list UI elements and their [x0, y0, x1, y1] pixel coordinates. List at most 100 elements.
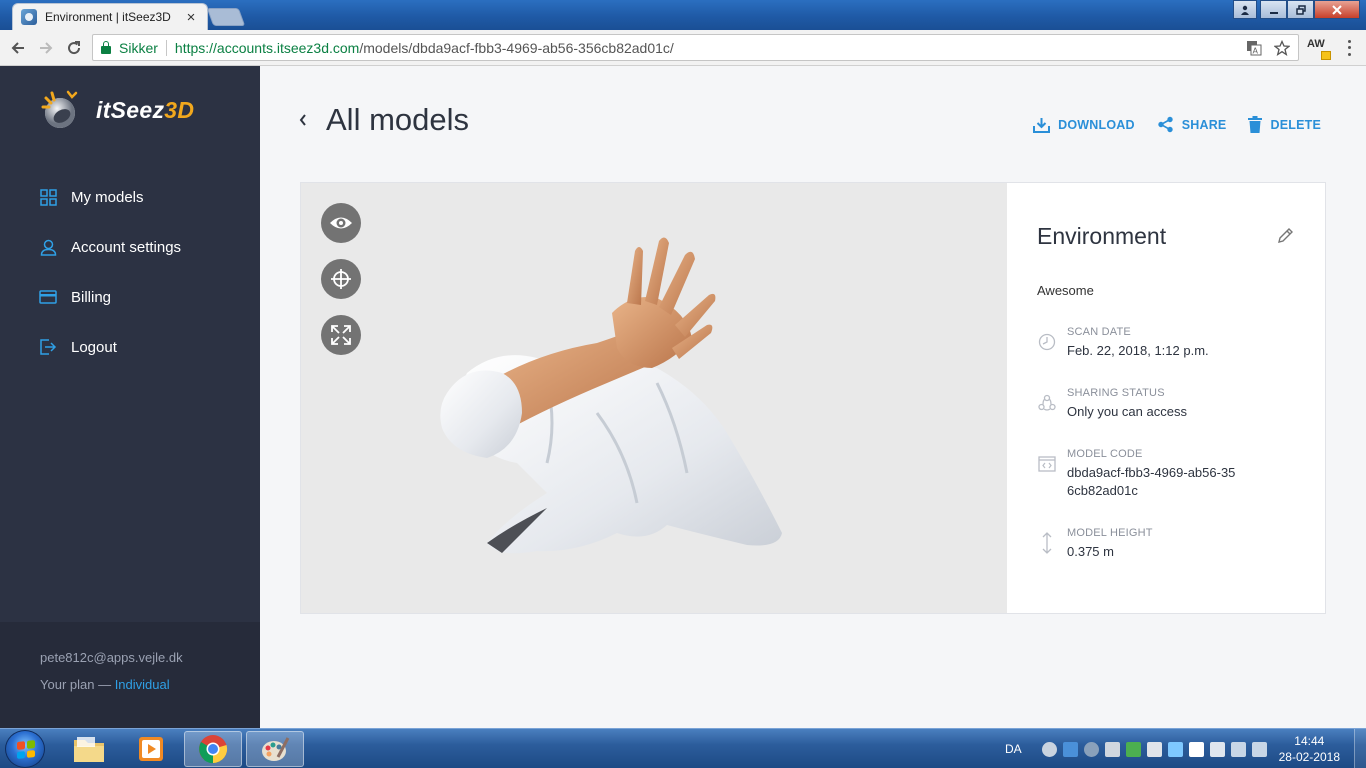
windows-logo-icon — [17, 740, 35, 759]
app-root: itSeez3D My models Account settings Bill… — [0, 66, 1366, 728]
security-icon[interactable] — [1125, 741, 1141, 757]
translate-icon[interactable]: A — [1246, 40, 1262, 56]
windows-taskbar: DA 14:44 28-02-2018 — [0, 728, 1366, 768]
delete-label: DELETE — [1270, 117, 1321, 132]
language-indicator[interactable]: DA — [1005, 742, 1022, 756]
bookmark-star-icon[interactable] — [1274, 40, 1290, 56]
page-title: All models — [326, 102, 469, 137]
meta-model-code: MODEL CODE dbda9acf-fbb3-4969-ab56-356cb… — [1037, 448, 1307, 500]
logo-text-accent: 3D — [164, 96, 195, 123]
meta-value: 0.375 m — [1067, 544, 1114, 559]
address-bar[interactable]: Sikker https://accounts.itseez3d.com /mo… — [92, 34, 1299, 61]
profile-icon — [1241, 5, 1249, 15]
menu-dot-icon — [1347, 39, 1351, 43]
tray-icons — [1041, 741, 1267, 757]
clock-icon — [1037, 332, 1057, 352]
sidebar-item-label: Logout — [71, 338, 117, 356]
plan-link[interactable]: Individual — [115, 677, 170, 692]
trash-icon — [1248, 116, 1263, 133]
delete-button[interactable]: DELETE — [1248, 116, 1321, 133]
menu-dot-icon — [1347, 53, 1351, 57]
tab-title: Environment | itSeez3D — [45, 10, 171, 24]
taskbar-chrome[interactable] — [184, 731, 242, 767]
user-icon — [39, 238, 57, 256]
taskbar-paint[interactable] — [246, 731, 304, 767]
url-separator — [165, 39, 167, 56]
view-mode-button[interactable] — [321, 203, 361, 243]
url-path: /models/dbda9acf-fbb3-4969-ab56-356cb82a… — [359, 39, 674, 56]
meta-scan-date: SCAN DATE Feb. 22, 2018, 1:12 p.m. — [1037, 326, 1307, 360]
show-desktop-button[interactable] — [1354, 729, 1366, 768]
secure-label: Sikker — [119, 39, 158, 56]
sidebar-item-account-settings[interactable]: Account settings — [0, 222, 260, 272]
reload-icon — [68, 41, 81, 55]
model-viewer[interactable] — [301, 183, 1007, 613]
meta-model-height: MODEL HEIGHT 0.375 m — [1037, 527, 1307, 561]
minimize-button[interactable] — [1260, 0, 1287, 19]
start-button[interactable] — [5, 730, 45, 768]
clock-time: 14:44 — [1294, 734, 1325, 748]
search-icon[interactable] — [1041, 741, 1057, 757]
restore-button[interactable] — [1287, 0, 1314, 19]
meta-value: Only you can access — [1067, 404, 1187, 419]
paint-icon — [262, 737, 290, 761]
taskbar-media-player[interactable] — [122, 731, 180, 767]
browser-tab-active[interactable]: Environment | itSeez3D × — [12, 3, 208, 30]
share-status-icon — [1037, 393, 1057, 413]
lock-icon — [101, 40, 111, 54]
fullscreen-button[interactable] — [321, 315, 361, 355]
eye-icon — [330, 217, 352, 229]
code-icon — [1037, 454, 1057, 474]
edit-model-button[interactable] — [1277, 227, 1295, 245]
itseez3d-logo-icon — [41, 90, 78, 128]
meta-value: Feb. 22, 2018, 1:12 p.m. — [1067, 343, 1209, 358]
new-tab-button[interactable] — [206, 8, 246, 26]
share-button[interactable]: SHARE — [1157, 116, 1227, 133]
app-tray-icon[interactable] — [1062, 741, 1078, 757]
share-icon — [1158, 116, 1173, 133]
shield-icon[interactable] — [1083, 741, 1099, 757]
volume-icon[interactable] — [1251, 741, 1267, 757]
card-icon — [39, 288, 57, 306]
device-icon[interactable] — [1167, 741, 1183, 757]
usb-icon[interactable] — [1209, 741, 1225, 757]
sidebar-item-label: My models — [71, 188, 144, 206]
browser-menu-button[interactable] — [1344, 38, 1354, 58]
forward-button[interactable] — [36, 38, 56, 58]
profile-button[interactable] — [1233, 0, 1257, 19]
move-icon — [331, 269, 351, 289]
taskbar-file-explorer[interactable] — [60, 731, 118, 767]
url-host: https://accounts.itseez3d.com — [174, 39, 360, 56]
signal-icon[interactable] — [1230, 741, 1246, 757]
browser-titlebar: Environment | itSeez3D × — [0, 0, 1366, 30]
sidebar-item-my-models[interactable]: My models — [0, 172, 260, 222]
chevron-left-icon — [299, 114, 306, 126]
close-window-button[interactable] — [1314, 0, 1360, 19]
extension-button[interactable]: AW — [1307, 38, 1331, 60]
extension-label: AW — [1307, 38, 1325, 50]
sidebar-item-billing[interactable]: Billing — [0, 272, 260, 322]
network-tool-icon[interactable] — [1104, 741, 1120, 757]
flag-icon[interactable] — [1188, 741, 1204, 757]
back-to-models-button[interactable] — [298, 112, 312, 132]
download-button[interactable]: DOWNLOAD — [1033, 116, 1135, 133]
back-button[interactable] — [8, 38, 28, 58]
minimize-icon — [1269, 11, 1278, 14]
arrow-right-icon — [40, 42, 53, 54]
logo[interactable]: itSeez3D — [38, 88, 194, 132]
main-content: All models DOWNLOAD SHARE DELETE Environ… — [260, 66, 1366, 728]
clock[interactable]: 14:44 28-02-2018 — [1279, 733, 1340, 765]
meta-sharing-status: SHARING STATUS Only you can access — [1037, 387, 1307, 421]
tools-icon[interactable] — [1146, 741, 1162, 757]
height-icon — [1037, 532, 1057, 554]
tab-close-button[interactable]: × — [183, 9, 199, 26]
address-bar-actions: A — [1246, 40, 1290, 56]
grid-icon — [39, 188, 57, 206]
meta-label: MODEL CODE — [1067, 448, 1143, 460]
model-info-panel: Environment Awesome SCAN DATE Feb. 22, 2… — [1007, 183, 1325, 613]
move-mode-button[interactable] — [321, 259, 361, 299]
model-name: Environment — [1037, 223, 1167, 249]
reload-button[interactable] — [64, 38, 84, 58]
sidebar: itSeez3D My models Account settings Bill… — [0, 66, 260, 728]
sidebar-item-logout[interactable]: Logout — [0, 322, 260, 372]
